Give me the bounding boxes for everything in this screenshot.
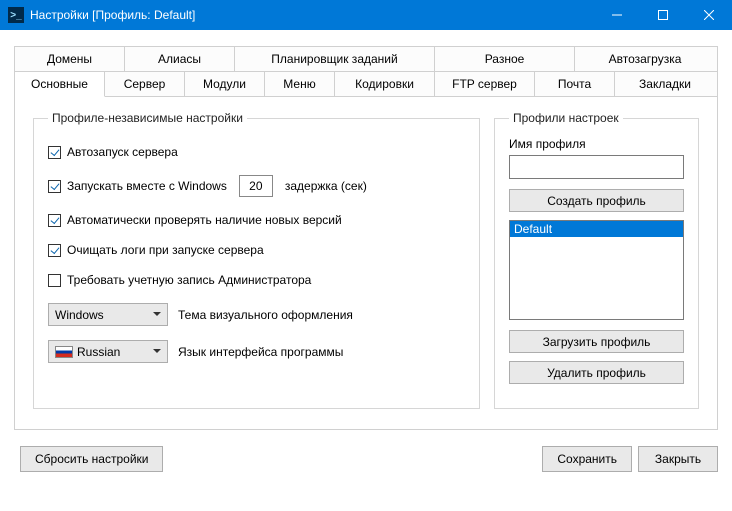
group-legend-right: Профили настроек <box>509 111 623 125</box>
group-legend-left: Профиле-независимые настройки <box>48 111 247 125</box>
checkbox-require-admin[interactable] <box>48 274 61 287</box>
group-profile-independent: Профиле-независимые настройки Автозапуск… <box>33 111 480 409</box>
app-icon: >_ <box>8 7 24 23</box>
save-button[interactable]: Сохранить <box>542 446 632 472</box>
label-profile-name: Имя профиля <box>509 137 684 151</box>
checkbox-check-updates[interactable] <box>48 214 61 227</box>
delete-profile-button[interactable]: Удалить профиль <box>509 361 684 384</box>
chevron-down-icon <box>153 349 161 353</box>
theme-value: Windows <box>55 308 104 322</box>
theme-select[interactable]: Windows <box>48 303 168 326</box>
language-value: Russian <box>77 345 120 359</box>
tab-Алиасы[interactable]: Алиасы <box>125 47 235 71</box>
tab-Модули[interactable]: Модули <box>185 72 265 96</box>
label-delay: задержка (сек) <box>285 179 367 193</box>
chevron-down-icon <box>153 312 161 316</box>
tab-Закладки[interactable]: Закладки <box>615 72 715 96</box>
create-profile-button[interactable]: Создать профиль <box>509 189 684 212</box>
tab-Почта[interactable]: Почта <box>535 72 615 96</box>
load-profile-button[interactable]: Загрузить профиль <box>509 330 684 353</box>
tab-Кодировки[interactable]: Кодировки <box>335 72 435 96</box>
tab-Сервер[interactable]: Сервер <box>105 72 185 96</box>
language-select[interactable]: Russian <box>48 340 168 363</box>
tab-Меню[interactable]: Меню <box>265 72 335 96</box>
footer: Сбросить настройки Сохранить Закрыть <box>0 440 732 482</box>
tab-FTP сервер[interactable]: FTP сервер <box>435 72 535 96</box>
close-footer-button[interactable]: Закрыть <box>638 446 718 472</box>
tab-Основные[interactable]: Основные <box>15 72 105 97</box>
list-item[interactable]: Default <box>510 221 683 237</box>
close-button[interactable] <box>686 0 732 30</box>
flag-ru-icon <box>55 346 73 358</box>
profile-list[interactable]: Default <box>509 220 684 320</box>
checkbox-autostart[interactable] <box>48 146 61 159</box>
reset-button[interactable]: Сбросить настройки <box>20 446 163 472</box>
tab-Планировщик заданий[interactable]: Планировщик заданий <box>235 47 435 71</box>
profile-name-input[interactable] <box>509 155 684 179</box>
tab-panel-main: Профиле-независимые настройки Автозапуск… <box>14 97 718 430</box>
tab-Разное[interactable]: Разное <box>435 47 575 71</box>
label-clear-logs: Очищать логи при запуске сервера <box>67 243 264 257</box>
label-language: Язык интерфейса программы <box>178 345 343 359</box>
label-check-updates: Автоматически проверять наличие новых ве… <box>67 213 342 227</box>
titlebar: >_ Настройки [Профиль: Default] <box>0 0 732 30</box>
label-require-admin: Требовать учетную запись Администратора <box>67 273 311 287</box>
label-start-with-windows: Запускать вместе с Windows <box>67 179 227 193</box>
tab-strip: ДоменыАлиасыПланировщик заданийРазноеАвт… <box>14 46 718 97</box>
tab-Домены[interactable]: Домены <box>15 47 125 71</box>
delay-input[interactable] <box>239 175 273 197</box>
tab-Автозагрузка[interactable]: Автозагрузка <box>575 47 715 71</box>
window-title: Настройки [Профиль: Default] <box>30 8 594 22</box>
checkbox-clear-logs[interactable] <box>48 244 61 257</box>
label-theme: Тема визуального оформления <box>178 308 353 322</box>
checkbox-start-with-windows[interactable] <box>48 180 61 193</box>
label-autostart: Автозапуск сервера <box>67 145 178 159</box>
maximize-button[interactable] <box>640 0 686 30</box>
minimize-button[interactable] <box>594 0 640 30</box>
group-profiles: Профили настроек Имя профиля Создать про… <box>494 111 699 409</box>
